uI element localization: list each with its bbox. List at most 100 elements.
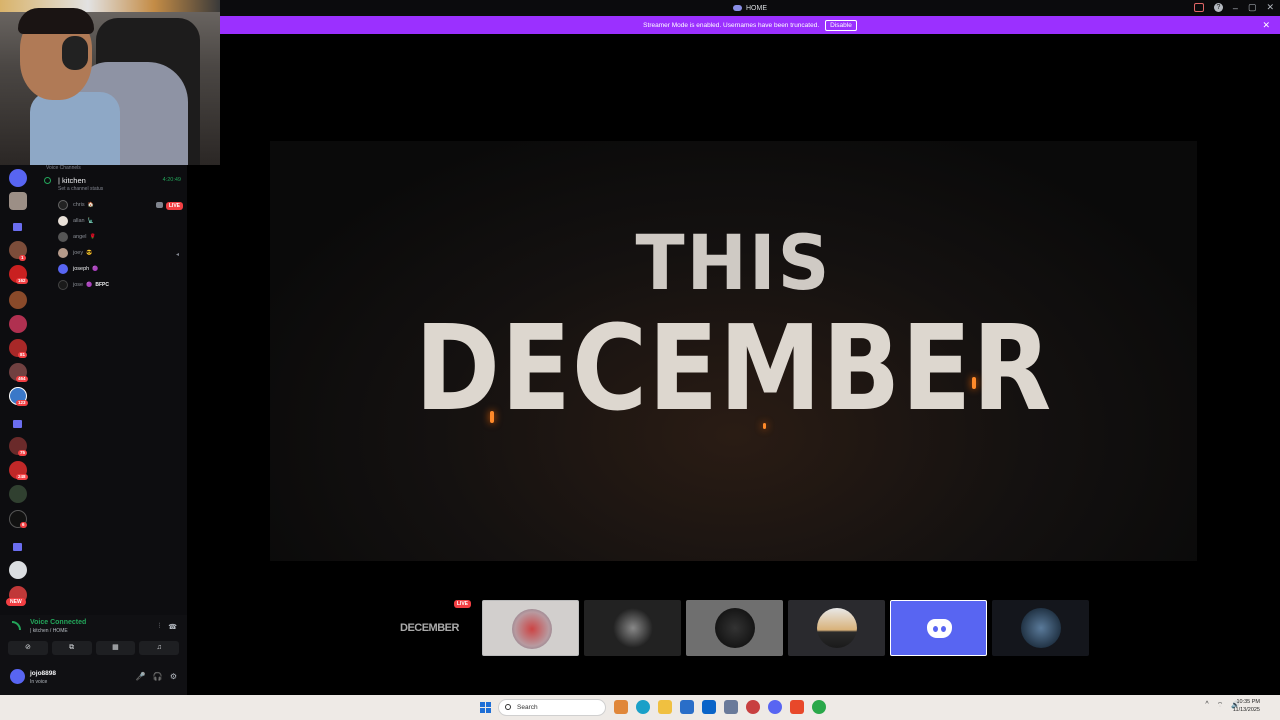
user-panel: Voice Connected | kitchen / HOME ⫶ ☎ ⊘ ⧉… <box>0 615 187 695</box>
webcam-headset <box>62 36 88 70</box>
edge-icon[interactable] <box>636 700 650 714</box>
live-badge: LIVE <box>453 600 471 608</box>
pumpkin-app-icon[interactable] <box>614 700 628 714</box>
settings-gear-icon[interactable]: ⚙ <box>170 672 177 681</box>
participant-tile[interactable] <box>584 600 681 656</box>
stream-tile[interactable]: DECEMBER LIVE <box>380 600 477 656</box>
vscode-icon[interactable] <box>724 700 738 714</box>
voice-member[interactable]: angel 🌹 <box>58 231 96 243</box>
outlook-icon[interactable] <box>702 700 716 714</box>
noise-suppression-icon[interactable]: ⫶ <box>159 623 161 631</box>
maximize-icon[interactable]: ▢ <box>1248 2 1257 13</box>
new-badge: NEW <box>6 598 26 606</box>
streamer-mode-banner: Streamer Mode is enabled. Usernames have… <box>220 16 1280 34</box>
voice-member[interactable]: chris 🏠 <box>58 199 94 211</box>
recording-app-icon[interactable] <box>746 700 760 714</box>
unread-badge: 464 <box>16 376 28 382</box>
member-name: chris <box>73 202 85 208</box>
screen: HOME ? – ▢ ✕ Streamer Mode is enabled. U… <box>0 0 1280 720</box>
help-icon[interactable]: ? <box>1213 3 1223 12</box>
user-name[interactable]: jojo8898 <box>30 670 56 677</box>
member-emoji: 😎 <box>86 250 93 256</box>
close-window-icon[interactable]: ✕ <box>1266 2 1274 13</box>
user-controls: 🎤 🎧 ⚙ <box>136 672 177 681</box>
search-icon <box>505 704 511 710</box>
voice-location[interactable]: | kitchen / HOME <box>30 628 68 634</box>
wifi-icon[interactable]: ⌔ <box>1217 701 1224 710</box>
voice-action-buttons: ⊘ ⧉ ▦ ♫ <box>8 641 179 655</box>
minimize-icon[interactable]: – <box>1233 3 1238 13</box>
activities-button[interactable]: ▦ <box>95 641 136 655</box>
voice-channel-kitchen[interactable]: | kitchen 4:20:49 Set a channel status <box>44 176 183 194</box>
unread-badge: 162 <box>16 278 28 284</box>
webcam-person-hair <box>18 8 94 34</box>
soundboard-button[interactable]: ♫ <box>139 641 179 655</box>
taskbar-search[interactable]: Search <box>498 699 606 716</box>
folder-icon[interactable] <box>13 543 22 551</box>
discord-default-avatar-icon <box>927 619 952 638</box>
member-emoji: 🟣 <box>86 282 93 288</box>
set-channel-status[interactable]: Set a channel status <box>58 186 103 192</box>
unread-badge: 248 <box>16 474 28 480</box>
disconnect-icon[interactable]: ☎ <box>168 623 177 631</box>
avatar <box>58 280 68 290</box>
voice-member[interactable]: jose 🟣 BFPC <box>58 279 109 291</box>
participant-tile[interactable] <box>686 600 783 656</box>
window-titlebar: HOME ? – ▢ ✕ <box>220 0 1280 16</box>
store-icon[interactable] <box>680 700 694 714</box>
user-avatar[interactable] <box>10 669 25 684</box>
avatar <box>715 608 755 648</box>
folder-icon[interactable] <box>13 223 22 231</box>
taskbar-apps <box>614 700 826 714</box>
participant-tile[interactable] <box>992 600 1089 656</box>
brave-icon[interactable] <box>790 700 804 714</box>
stream-video[interactable]: THIS DECEMBER <box>270 141 1197 561</box>
user-status: In voice <box>30 679 48 685</box>
activity-icon <box>156 202 163 208</box>
unread-badge: 6 <box>20 522 27 528</box>
share-screen-button[interactable]: ⧉ <box>51 641 92 655</box>
voice-member[interactable]: joseph 🟣 <box>58 263 98 275</box>
live-badge: LIVE <box>165 202 183 210</box>
discord-taskbar-icon[interactable] <box>768 700 782 714</box>
close-banner-icon[interactable]: ✕ <box>1262 20 1270 31</box>
voice-member[interactable]: allan 🗽 <box>58 215 94 227</box>
windows-start-icon[interactable] <box>480 702 491 713</box>
voice-channels-header[interactable]: Voice Channels <box>46 165 81 171</box>
webcam-shirt <box>30 92 120 165</box>
tray-chevron-icon[interactable]: ^ <box>1205 701 1208 710</box>
inbox-icon[interactable] <box>1193 3 1204 12</box>
taskbar-clock[interactable]: 10:35 PM 11/13/2025 <box>1233 698 1260 714</box>
avatar <box>613 608 653 648</box>
chrome-icon[interactable] <box>812 700 826 714</box>
voice-connected-label[interactable]: Voice Connected <box>30 619 86 626</box>
connection-signal-icon <box>12 621 21 630</box>
webcam-overlay <box>0 0 220 165</box>
member-name: joseph <box>73 266 90 272</box>
participant-tile[interactable] <box>890 600 987 656</box>
server-icon[interactable] <box>9 315 27 333</box>
avatar <box>58 264 68 274</box>
fire-ember <box>972 377 976 389</box>
voice-member[interactable]: joey 😎 <box>58 247 92 259</box>
participant-tile[interactable] <box>482 600 579 656</box>
server-icon[interactable] <box>9 291 27 309</box>
member-emoji: 🏠 <box>87 202 94 208</box>
server-icon[interactable] <box>9 561 27 579</box>
member-tag: BFPC <box>95 282 109 288</box>
participant-tile[interactable] <box>788 600 885 656</box>
stream-title-line2: DECEMBER <box>414 299 1053 437</box>
camera-off-button[interactable]: ⊘ <box>8 641 48 655</box>
server-icon[interactable] <box>9 485 27 503</box>
avatar <box>1021 608 1061 648</box>
microphone-icon[interactable]: 🎤 <box>136 672 146 681</box>
disable-streamer-mode-button[interactable]: Disable <box>825 19 857 31</box>
server-icon[interactable] <box>9 169 27 187</box>
stream-title-line1: THIS <box>635 218 832 308</box>
folder-icon[interactable] <box>13 420 22 428</box>
server-icon[interactable] <box>9 192 27 210</box>
file-explorer-icon[interactable] <box>658 700 672 714</box>
avatar <box>58 216 68 226</box>
headphones-icon[interactable]: 🎧 <box>153 672 163 681</box>
voice-channel-name: | kitchen <box>58 176 86 185</box>
